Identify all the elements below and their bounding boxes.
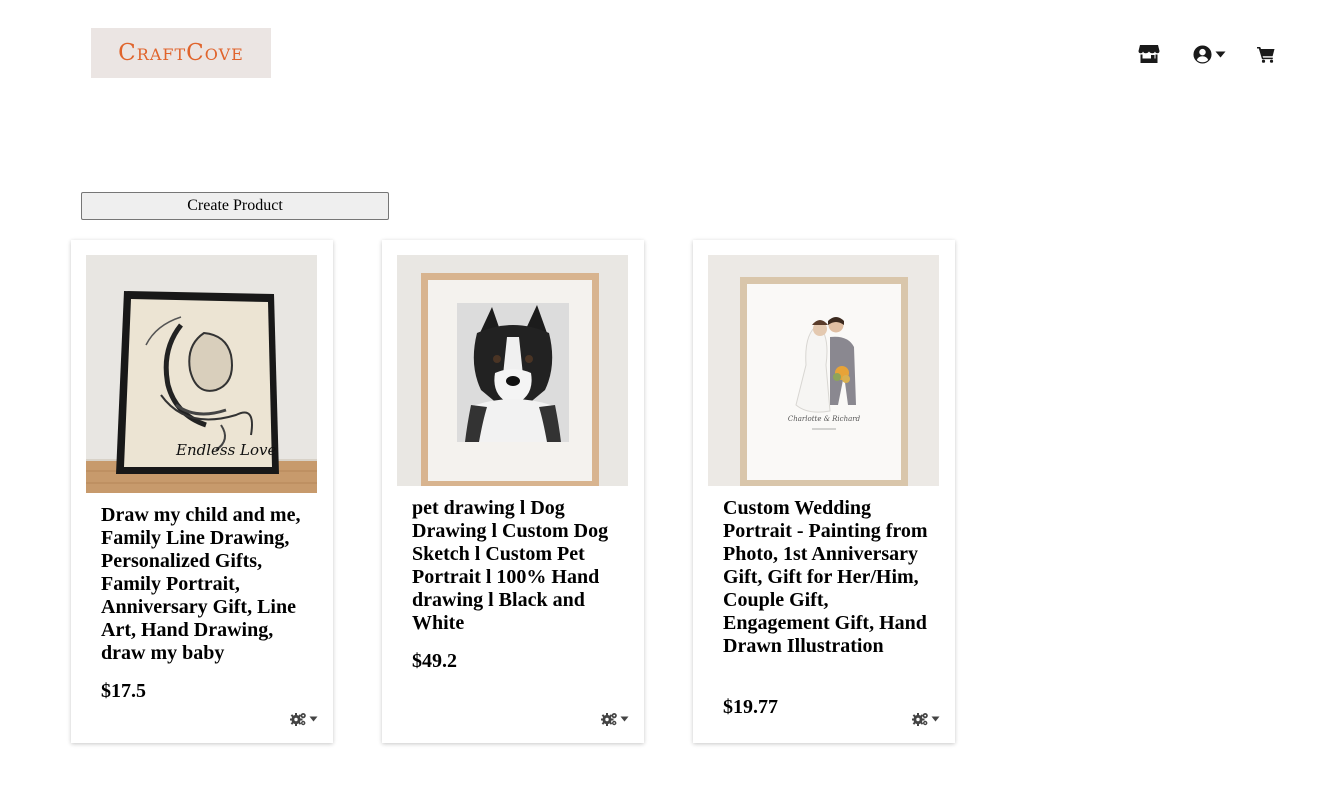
user-circle-icon: [1193, 44, 1212, 64]
create-product-button[interactable]: Create Product: [81, 192, 389, 220]
shopping-cart-icon[interactable]: [1257, 46, 1275, 63]
product-image[interactable]: [397, 255, 628, 486]
product-card[interactable]: Charlotte & Richard Custom Wedding Portr…: [693, 240, 955, 743]
product-image[interactable]: Endless Love: [86, 255, 317, 493]
brand-logo-text: CraftCove: [118, 40, 244, 66]
caret-down-icon: [931, 716, 940, 722]
caret-down-icon: [620, 716, 629, 722]
header-nav: [1138, 44, 1275, 64]
account-menu[interactable]: [1193, 44, 1226, 64]
product-title[interactable]: Draw my child and me, Family Line Drawin…: [101, 504, 311, 665]
cogs-icon: [601, 713, 617, 726]
product-image[interactable]: Charlotte & Richard: [708, 255, 939, 486]
product-title[interactable]: Custom Wedding Portrait - Painting from …: [723, 497, 933, 658]
cogs-icon: [290, 713, 306, 726]
product-price: $19.77: [723, 696, 778, 718]
image-signature: Endless Love: [175, 441, 277, 459]
product-card[interactable]: Endless Love Draw my child and me, Famil…: [71, 240, 333, 743]
product-actions-menu[interactable]: [290, 712, 318, 726]
product-title[interactable]: pet drawing l Dog Drawing l Custom Dog S…: [412, 497, 622, 635]
product-price: $49.2: [412, 650, 457, 672]
product-price: $17.5: [101, 680, 146, 702]
store-icon[interactable]: [1138, 44, 1160, 64]
brand-logo[interactable]: CraftCove: [91, 28, 271, 78]
product-card[interactable]: pet drawing l Dog Drawing l Custom Dog S…: [382, 240, 644, 743]
product-actions-menu[interactable]: [912, 712, 940, 726]
cogs-icon: [912, 713, 928, 726]
caret-down-icon: [1215, 51, 1226, 57]
image-names: Charlotte & Richard: [788, 415, 861, 423]
product-actions-menu[interactable]: [601, 712, 629, 726]
caret-down-icon: [309, 716, 318, 722]
